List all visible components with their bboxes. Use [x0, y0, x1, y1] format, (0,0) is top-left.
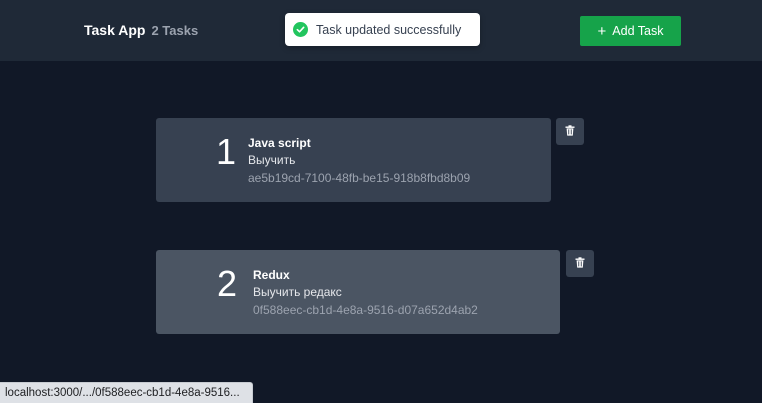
add-task-button[interactable]: + Add Task [580, 16, 681, 46]
task-title: Redux [253, 268, 290, 282]
task-id: ae5b19cd-7100-48fb-be15-918b8fbd8b09 [248, 171, 471, 185]
trash-icon [575, 256, 585, 271]
add-task-label: Add Task [612, 24, 664, 38]
link-status-bar: localhost:3000/.../0f588eec-cb1d-4e8a-95… [0, 382, 253, 403]
app-title: Task App [84, 22, 146, 38]
task-description: Выучить редакс [253, 285, 342, 299]
toast-message: Task updated successfully [316, 22, 462, 37]
task-app: Task App 2 Tasks + Add Task Task updated… [0, 0, 762, 403]
brand: Task App 2 Tasks [84, 22, 198, 38]
task-body: Java script Выучить ae5b19cd-7100-48fb-b… [248, 135, 470, 187]
task-description: Выучить [248, 153, 296, 167]
toast-notification: Task updated successfully [285, 13, 480, 46]
task-id: 0f588eec-cb1d-4e8a-9516-d07a652d4ab2 [253, 303, 478, 317]
task-body: Redux Выучить редакс 0f588eec-cb1d-4e8a-… [253, 267, 478, 319]
task-count: 2 Tasks [151, 23, 199, 38]
delete-task-button[interactable] [556, 118, 584, 145]
delete-task-button[interactable] [566, 250, 594, 277]
plus-icon: + [597, 22, 607, 40]
task-title: Java script [248, 136, 311, 150]
task-number: 2 [217, 263, 238, 304]
task-card[interactable]: 1 Java script Выучить ae5b19cd-7100-48fb… [156, 118, 551, 202]
task-number: 1 [216, 131, 237, 172]
check-circle-icon [293, 22, 308, 37]
task-card[interactable]: 2 Redux Выучить редакс 0f588eec-cb1d-4e8… [156, 250, 560, 334]
trash-icon [565, 124, 575, 139]
